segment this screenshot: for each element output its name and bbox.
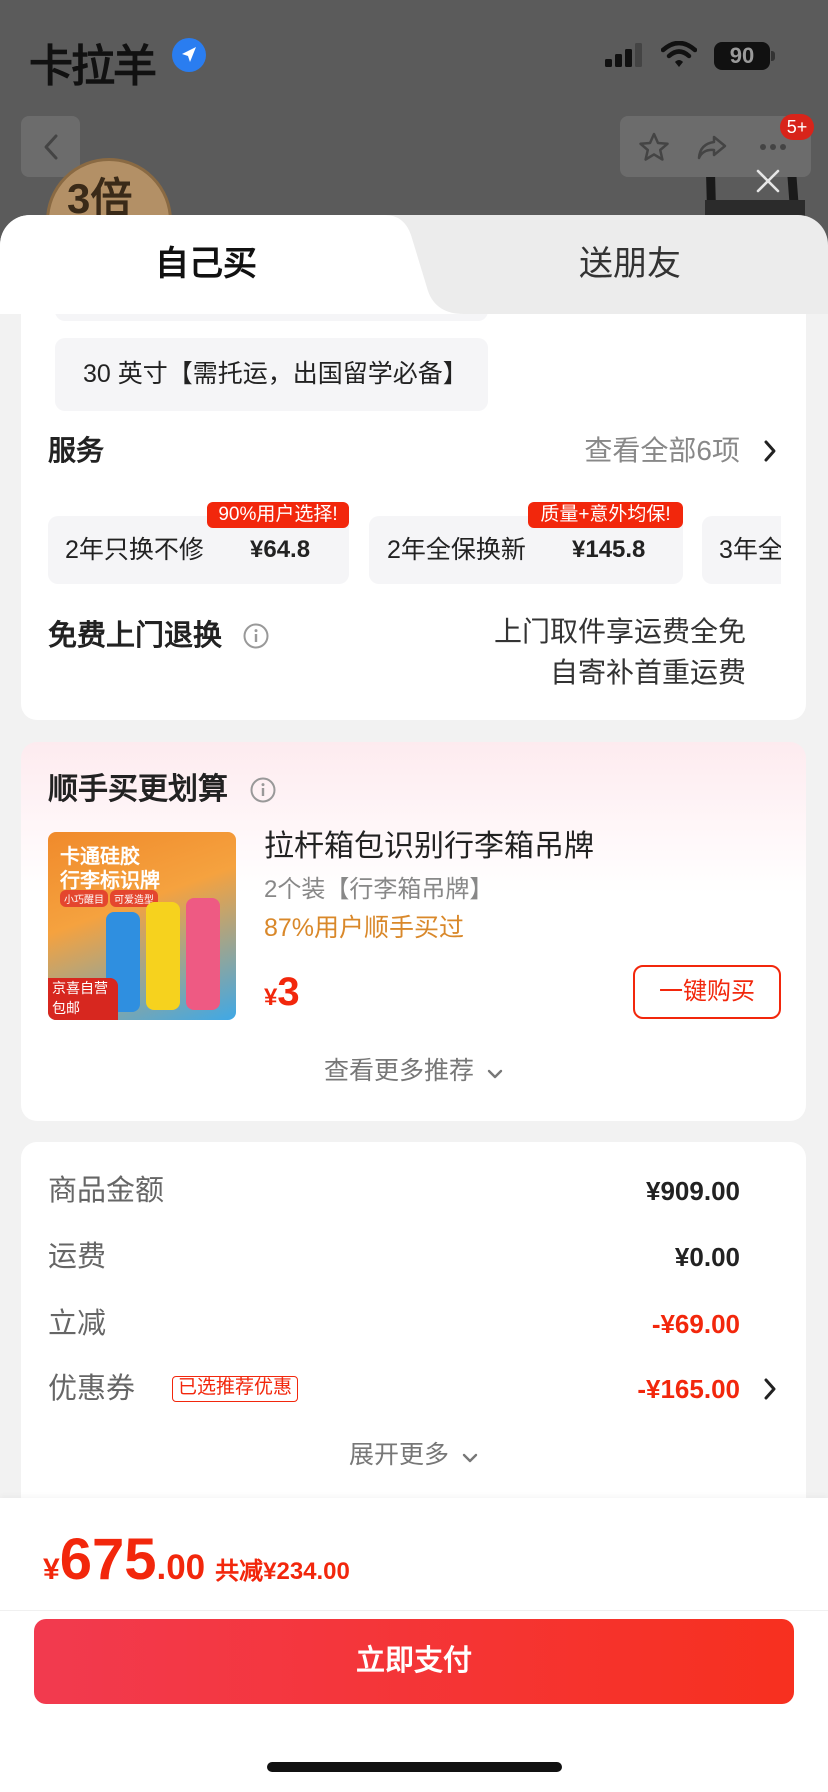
total-price: ¥675.00 共减¥234.00 <box>43 1526 350 1593</box>
summary-label: 运费 <box>48 1241 107 1273</box>
spec-option-previous[interactable] <box>55 314 488 321</box>
total-decimal: .00 <box>156 1548 206 1587</box>
tag-pink <box>186 898 220 1010</box>
more-recommendations-label: 查看更多推荐 <box>324 1057 475 1085</box>
options-card: 30 英寸【需托运，出国留学必备】 服务 查看全部6项 2年只换不修 ¥64.8… <box>21 314 806 720</box>
back-icon <box>44 134 57 159</box>
location-icon <box>172 38 206 72</box>
home-indicator <box>267 1762 562 1772</box>
star-icon[interactable] <box>638 131 670 163</box>
addon-product-title[interactable]: 拉杆箱包识别行李箱吊牌 <box>264 829 594 865</box>
chevron-down-icon <box>462 1453 478 1463</box>
service-option-3[interactable]: 3年全 <box>702 516 781 584</box>
sheet-content: 30 英寸【需托运，出国留学必备】 服务 查看全部6项 2年只换不修 ¥64.8… <box>0 314 828 1498</box>
service-name: 2年只换不修 <box>65 536 204 564</box>
image-text: 包邮 <box>52 1000 80 1016</box>
addon-social-proof: 87%用户顺手买过 <box>264 914 465 942</box>
checkout-screen: 卡拉羊 90 3倍 5+ 自己买 送朋友 30 英寸【需托运，出国留学必备】 服… <box>0 0 828 1792</box>
battery-cap <box>771 51 775 61</box>
service-name: 2年全保换新 <box>387 536 526 564</box>
free-return-line-1: 上门取件享运费全免 <box>493 616 746 647</box>
info-icon[interactable] <box>250 777 276 803</box>
footer-divider <box>0 1610 828 1611</box>
free-return-title: 免费上门退换 <box>48 620 223 652</box>
summary-value: ¥0.00 <box>674 1242 740 1272</box>
price-value: 3 <box>277 970 300 1014</box>
purchase-mode-tabs: 自己买 送朋友 <box>0 215 828 314</box>
price-summary-card: 商品金额 ¥909.00 运费 ¥0.00 立减 -¥69.00 优惠券 已选推… <box>21 1142 806 1498</box>
expand-more-link[interactable]: 展开更多 <box>21 1439 806 1471</box>
service-badge: 质量+意外均保! <box>528 502 683 528</box>
close-icon[interactable] <box>755 168 781 194</box>
checkout-footer: ¥675.00 共减¥234.00 立即支付 <box>0 1498 828 1792</box>
summary-label[interactable]: 优惠券 <box>48 1371 135 1407</box>
summary-value[interactable]: -¥165.00 <box>637 1371 740 1407</box>
services-view-all[interactable]: 查看全部6项 <box>584 433 740 469</box>
addon-product-image[interactable]: 卡通硅胶 行李标识牌 小巧醒目 可爱造型 京喜自营 包邮 <box>48 832 236 1020</box>
tab-gift-to-friend[interactable]: 送朋友 <box>432 215 828 314</box>
share-icon[interactable] <box>696 131 728 163</box>
currency-symbol: ¥ <box>264 984 278 1011</box>
summary-label: 商品金额 <box>48 1175 165 1207</box>
addon-product-subtitle: 2个装【行李箱吊牌】 <box>264 876 494 903</box>
coupon-tag: 已选推荐优惠 <box>172 1376 299 1402</box>
addon-price: ¥3 <box>264 970 300 1015</box>
tag-yellow <box>146 902 180 1010</box>
service-name: 3年全 <box>719 536 781 564</box>
more-recommendations-link[interactable]: 查看更多推荐 <box>21 1055 806 1087</box>
currency-symbol: ¥ <box>43 1553 60 1586</box>
service-options-row: 2年只换不修 ¥64.8 90%用户选择! 2年全保换新 ¥145.8 质量+意… <box>48 502 781 592</box>
addon-card: 顺手买更划算 卡通硅胶 行李标识牌 小巧醒目 可爱造型 京喜自营 包邮 拉杆箱包… <box>21 742 806 1121</box>
one-click-buy-button[interactable]: 一键购买 <box>633 965 781 1019</box>
total-discount: 共减¥234.00 <box>215 1558 350 1585</box>
image-text: 小巧醒目 <box>60 890 108 907</box>
service-badge: 90%用户选择! <box>207 502 349 528</box>
spec-option-selected[interactable]: 30 英寸【需托运，出国留学必备】 <box>55 338 488 411</box>
image-text: 京喜自营 <box>52 980 108 996</box>
chevron-down-icon <box>487 1069 503 1079</box>
wifi-icon <box>661 41 697 67</box>
addon-title: 顺手买更划算 <box>48 773 228 806</box>
summary-label: 立减 <box>48 1308 107 1340</box>
image-text: 行李标识牌 <box>60 870 160 892</box>
image-corner-label: 京喜自营 包邮 <box>48 978 118 1020</box>
summary-value: ¥909.00 <box>646 1176 740 1206</box>
brand-logo: 卡拉羊 <box>29 42 157 91</box>
signal-icon <box>605 43 642 67</box>
summary-value: -¥69.00 <box>651 1309 740 1339</box>
chevron-right-icon[interactable] <box>763 439 777 463</box>
chevron-right-icon[interactable] <box>763 1377 777 1401</box>
expand-more-label: 展开更多 <box>349 1441 450 1469</box>
tab-buy-for-self[interactable]: 自己买 <box>0 215 412 314</box>
battery-icon: 90 <box>714 42 770 70</box>
free-return-line-2: 自寄补首重运费 <box>549 657 746 688</box>
services-title: 服务 <box>48 435 105 466</box>
pay-now-button[interactable]: 立即支付 <box>34 1619 794 1704</box>
notification-badge: 5+ <box>780 114 814 140</box>
info-icon[interactable] <box>243 623 269 649</box>
total-integer: 675 <box>59 1527 157 1592</box>
